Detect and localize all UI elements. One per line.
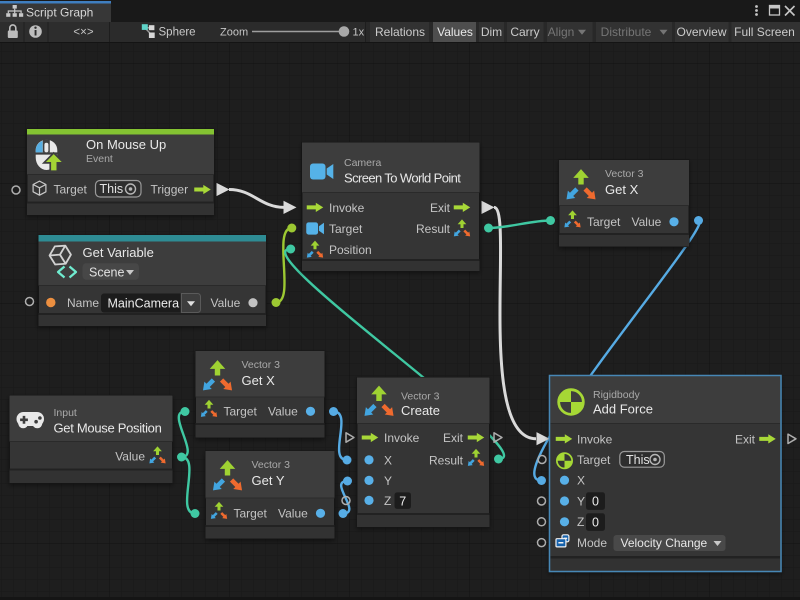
svg-text:Result: Result xyxy=(429,453,464,467)
svg-text:MainCamera: MainCamera xyxy=(108,296,180,310)
svg-text:Input: Input xyxy=(54,407,77,419)
svg-text:Vector 3: Vector 3 xyxy=(242,359,281,371)
svg-text:Trigger: Trigger xyxy=(151,182,189,196)
svg-text:Scene: Scene xyxy=(89,265,124,279)
svg-text:Overview: Overview xyxy=(676,25,726,39)
svg-text:<×>: <×> xyxy=(73,27,93,39)
svg-text:Align: Align xyxy=(548,25,575,39)
svg-text:Target: Target xyxy=(54,182,88,196)
svg-text:Add Force: Add Force xyxy=(593,402,653,417)
svg-text:7: 7 xyxy=(399,494,406,508)
svg-text:Result: Result xyxy=(416,222,451,236)
svg-text:Exit: Exit xyxy=(430,201,451,215)
svg-text:Camera: Camera xyxy=(344,157,382,169)
svg-text:Value: Value xyxy=(278,506,308,520)
svg-text:Get Variable: Get Variable xyxy=(83,245,154,260)
svg-text:Value: Value xyxy=(211,296,241,310)
svg-text:0: 0 xyxy=(592,495,599,509)
svg-text:Distribute: Distribute xyxy=(601,25,652,39)
svg-text:Value: Value xyxy=(268,404,298,418)
svg-text:Target: Target xyxy=(234,506,268,520)
svg-text:Target: Target xyxy=(224,404,258,418)
svg-text:Get X: Get X xyxy=(242,373,276,388)
svg-text:Target: Target xyxy=(587,215,621,229)
svg-text:0: 0 xyxy=(592,516,599,530)
svg-text:Vector 3: Vector 3 xyxy=(605,168,644,180)
svg-text:Value: Value xyxy=(632,215,662,229)
svg-text:Target: Target xyxy=(329,222,363,236)
svg-text:This: This xyxy=(626,453,650,467)
svg-text:Position: Position xyxy=(329,243,372,257)
svg-text:Screen To World Point: Screen To World Point xyxy=(344,171,461,186)
svg-text:Y: Y xyxy=(577,494,585,508)
svg-text:Value: Value xyxy=(115,449,145,463)
svg-text:Exit: Exit xyxy=(735,432,756,446)
svg-text:Create: Create xyxy=(401,403,440,418)
svg-text:Target: Target xyxy=(577,453,611,467)
svg-text:Zoom: Zoom xyxy=(220,27,248,39)
svg-text:X: X xyxy=(384,453,392,467)
svg-text:Z: Z xyxy=(384,494,391,508)
svg-text:Vector 3: Vector 3 xyxy=(252,459,291,471)
svg-text:X: X xyxy=(577,474,585,488)
svg-text:Invoke: Invoke xyxy=(329,201,365,215)
svg-text:Sphere: Sphere xyxy=(159,27,196,39)
svg-text:Event: Event xyxy=(86,153,113,165)
svg-text:Values: Values xyxy=(437,25,473,39)
svg-text:Velocity Change: Velocity Change xyxy=(621,536,708,550)
svg-text:On Mouse Up: On Mouse Up xyxy=(86,137,166,152)
svg-text:Full Screen: Full Screen xyxy=(734,25,795,39)
svg-text:Name: Name xyxy=(67,296,99,310)
svg-text:Z: Z xyxy=(577,515,584,529)
svg-text:Get Y: Get Y xyxy=(252,473,285,488)
svg-text:1x: 1x xyxy=(353,27,365,39)
svg-text:Exit: Exit xyxy=(443,431,464,445)
svg-text:Get X: Get X xyxy=(605,182,639,197)
svg-text:This: This xyxy=(100,182,124,196)
svg-text:Get Mouse Position: Get Mouse Position xyxy=(54,421,162,436)
svg-text:Mode: Mode xyxy=(577,536,607,550)
svg-text:Invoke: Invoke xyxy=(577,432,613,446)
svg-text:Script Graph: Script Graph xyxy=(26,6,93,20)
svg-text:Rigidbody: Rigidbody xyxy=(593,389,640,401)
svg-text:Y: Y xyxy=(384,474,392,488)
svg-text:Invoke: Invoke xyxy=(384,431,420,445)
svg-text:Vector 3: Vector 3 xyxy=(401,390,440,402)
svg-text:Dim: Dim xyxy=(481,25,502,39)
svg-text:Carry: Carry xyxy=(510,25,539,39)
svg-text:Relations: Relations xyxy=(375,25,425,39)
